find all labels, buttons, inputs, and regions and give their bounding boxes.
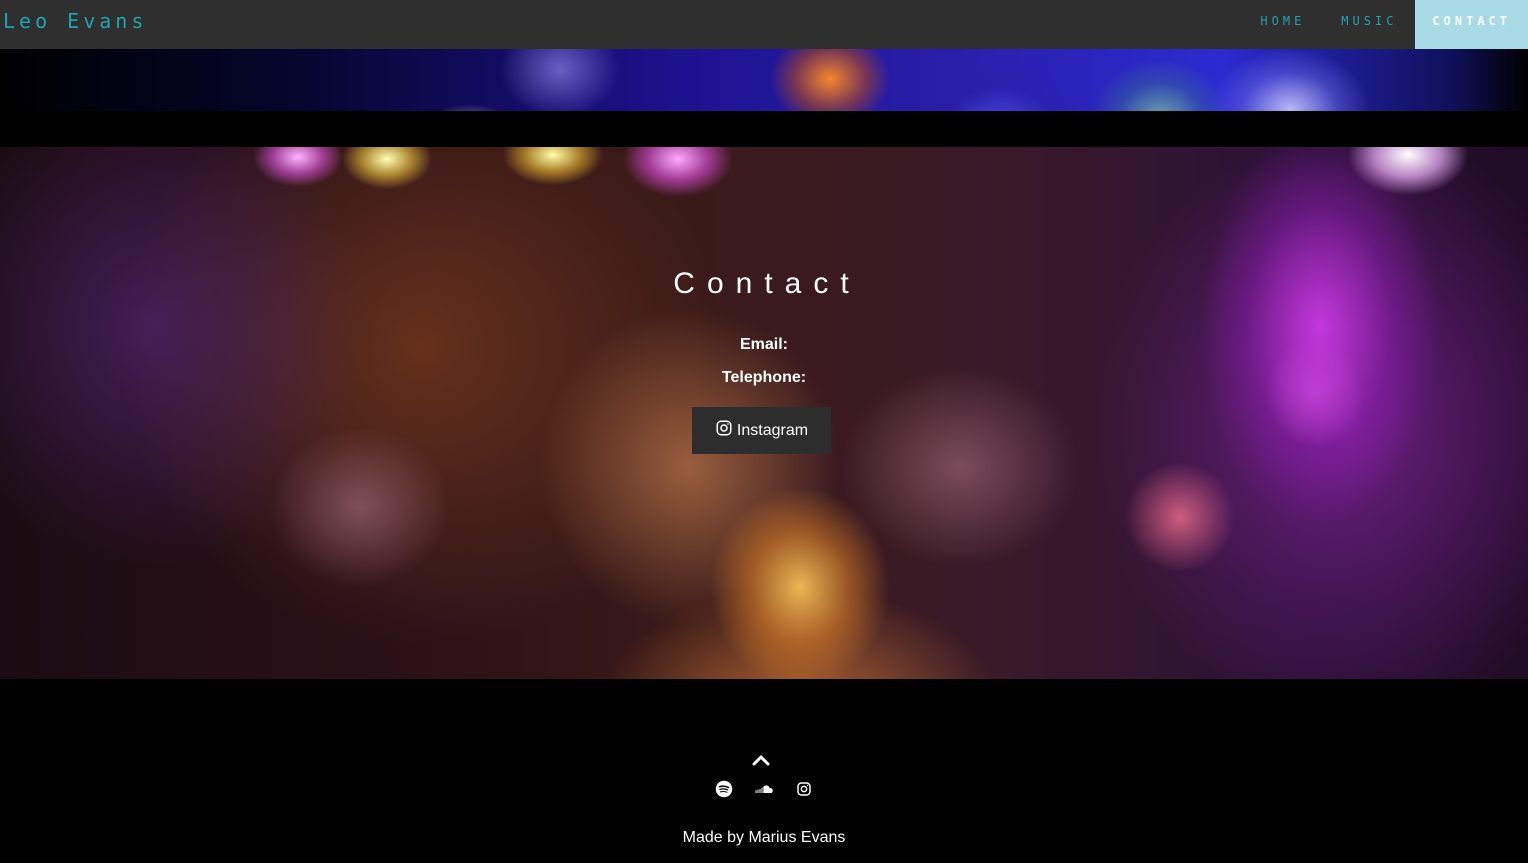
social-links [0, 779, 1528, 799]
contact-hero: Contact Email: Telephone: Instagram [0, 147, 1528, 679]
nav-menu: HOME MUSIC CONTACT [1242, 0, 1528, 49]
email-label: Email: [739, 336, 788, 353]
nav-item-home[interactable]: HOME [1242, 0, 1323, 49]
footer-credit: Made by Marius Evans [682, 829, 846, 846]
soundcloud-icon[interactable] [754, 779, 774, 799]
instagram-button[interactable]: Instagram [692, 407, 831, 454]
nav-item-contact[interactable]: CONTACT [1415, 0, 1528, 49]
page-title: Contact [673, 267, 861, 300]
chevron-up-icon[interactable] [751, 751, 771, 771]
spotify-icon[interactable] [714, 779, 734, 799]
instagram-icon [715, 419, 737, 442]
footer: Made by Marius Evans [0, 679, 1528, 863]
instagram-button-label: Instagram [736, 421, 809, 439]
brand-logo[interactable]: Leo Evans [3, 9, 147, 33]
instagram-icon[interactable] [794, 779, 814, 799]
banner-image-strip [0, 49, 1528, 111]
nav-item-music[interactable]: MUSIC [1323, 0, 1415, 49]
telephone-label: Telephone: [721, 369, 807, 386]
section-divider [0, 111, 1528, 147]
contact-content: Contact Email: Telephone: Instagram [0, 147, 1528, 679]
navbar: Leo Evans HOME MUSIC CONTACT [0, 0, 1528, 49]
